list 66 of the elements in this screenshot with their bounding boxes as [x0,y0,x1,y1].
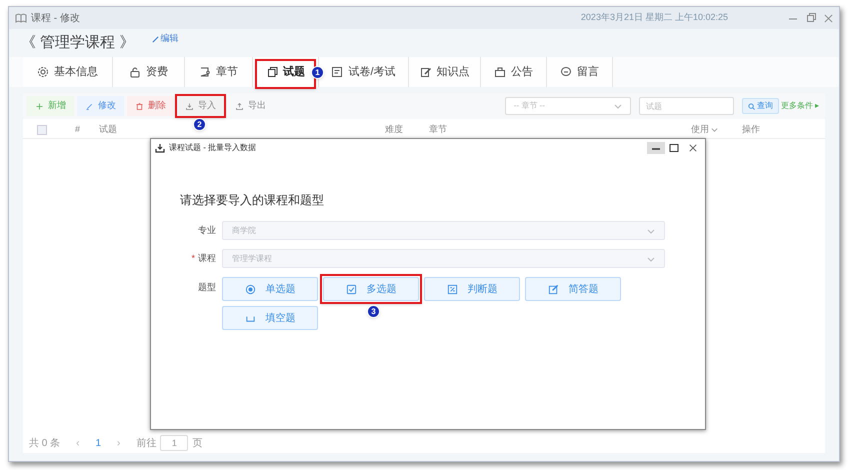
page-input[interactable]: 1 [160,435,188,451]
pencil-icon [152,36,160,42]
page-suffix: 页 [192,436,202,450]
field-label: 课程 [198,252,216,265]
course-title: 《 管理学课程 》 [21,32,134,53]
import-icon [185,102,194,110]
search-button[interactable]: 查询 [742,98,779,114]
pencil-icon [85,102,94,110]
question-type-button[interactable]: 判断题 [424,277,520,301]
column-header: 使用 [691,122,710,136]
header-checkbox[interactable] [37,124,47,134]
required-mark: * [191,252,195,265]
column-header: 操作 [742,122,761,136]
column-header: 章节 [429,122,448,136]
plus-icon [35,102,44,110]
chevron-down-icon [614,102,622,110]
chapter-select[interactable]: -- 章节 -- [504,97,631,115]
goto-label: 前往 [136,436,156,450]
field-label: 专业 [198,224,216,237]
book-icon [15,12,27,24]
question-type-button[interactable]: 简答题 [525,277,621,301]
toolbar-button[interactable]: 导入 [177,96,224,116]
checkbox-icon [346,284,356,294]
column-header: 难度 [385,122,404,136]
total-count: 共 0 条 [29,436,60,450]
callout-badge: 1 [311,66,324,79]
close-icon[interactable] [689,144,697,152]
chevron-down-icon [647,254,655,262]
dialog-heading: 请选择要导入的课程和题型 [180,192,325,209]
question-type-button[interactable]: 多选题 [323,277,419,301]
minimize-icon[interactable] [647,142,665,154]
more-conditions-link[interactable]: 更多条件 ▸ [780,100,819,112]
toolbar-button[interactable]: 删除 [127,96,174,116]
page-number[interactable]: 1 [95,436,102,450]
chevron-down-icon [647,226,655,234]
radio-icon [244,284,256,294]
maximize-icon[interactable] [669,143,679,153]
chevron-down-icon[interactable] [711,126,718,133]
prev-page-button[interactable]: ‹ [76,436,80,450]
search-icon [748,102,755,110]
question-type-button[interactable]: 填空题 [222,306,318,330]
callout-badge: 2 [193,118,206,131]
next-page-button[interactable]: › [117,436,120,450]
edit-icon [548,284,558,294]
export-icon [235,102,244,110]
date-text: 2023年3月21日 星期二 上午10:02:25 [580,11,728,24]
edit-link[interactable]: 编辑 [160,32,178,46]
question-type-button[interactable]: 单选题 [222,277,318,301]
copy-icon [266,66,278,78]
highlight-frame [175,94,226,118]
import-icon [155,143,165,153]
toolbar-button[interactable]: 修改 [77,96,124,116]
trash-icon [135,102,144,110]
callout-badge: 3 [367,305,380,318]
window-title: 课程 - 修改 [31,12,80,26]
briefcase-icon [494,66,506,78]
judge-icon [446,284,458,294]
toolbar-button[interactable]: 新增 [27,96,74,116]
edit-icon [420,66,432,78]
field-label: 题型 [198,281,216,294]
column-header: 试题 [99,122,118,136]
dialog-title: 课程试题 - 批量导入数据 [169,142,256,154]
column-header: # [75,122,82,136]
search-field[interactable]: 试题 [638,97,734,115]
gear-icon [37,66,49,78]
lock-icon [129,66,141,78]
